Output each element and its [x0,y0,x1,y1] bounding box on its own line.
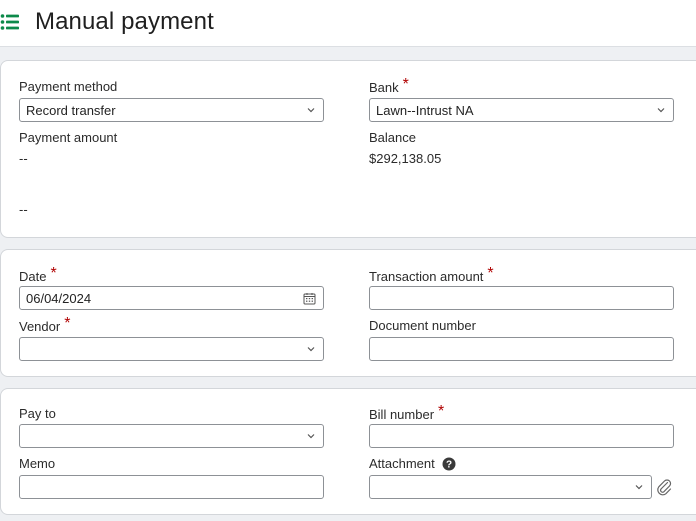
date-input[interactable]: 06/04/2024 [19,286,324,310]
memo-label: Memo [19,456,56,471]
extra-value: -- [19,202,28,217]
svg-text:?: ? [446,460,452,471]
document-number-input[interactable] [369,337,674,361]
required-marker: * [487,265,494,282]
balance-value: $292,138.05 [369,151,442,166]
help-icon[interactable]: ? [442,457,456,471]
chevron-down-icon [635,485,643,490]
payment-method-select[interactable]: Record transfer [19,98,324,122]
calendar-icon[interactable] [303,292,316,305]
chevron-down-icon [307,434,315,439]
attachment-select[interactable] [369,475,652,499]
required-marker: * [438,403,445,420]
chevron-down-icon [307,108,315,113]
list-icon[interactable] [0,13,20,31]
required-marker: * [402,76,409,93]
required-marker: * [50,265,57,282]
document-number-label: Document number [369,318,476,333]
payment-amount-value: -- [19,151,28,166]
memo-input[interactable] [19,475,324,499]
chevron-down-icon [307,347,315,352]
required-marker: * [64,315,71,332]
payment-amount-label: Payment amount [19,130,118,145]
pay-to-label: Pay to [19,406,56,421]
vendor-select[interactable] [19,337,324,361]
transaction-amount-input[interactable] [369,286,674,310]
bank-select[interactable]: Lawn--Intrust NA [369,98,674,122]
attachment-label: Attachment [369,456,435,471]
date-label: Date * [19,265,57,284]
vendor-label: Vendor * [19,315,71,334]
chevron-down-icon [657,108,665,113]
transaction-amount-label: Transaction amount * [369,265,494,284]
bill-number-label: Bill number * [369,403,445,422]
pay-to-select[interactable] [19,424,324,448]
bank-label: Bank * [369,76,409,95]
payment-method-label: Payment method [19,79,118,94]
page-title: Manual payment [35,8,214,35]
bill-number-input[interactable] [369,424,674,448]
balance-label: Balance [369,130,416,145]
page-header: Manual payment [0,0,696,47]
paperclip-icon[interactable] [656,478,672,496]
